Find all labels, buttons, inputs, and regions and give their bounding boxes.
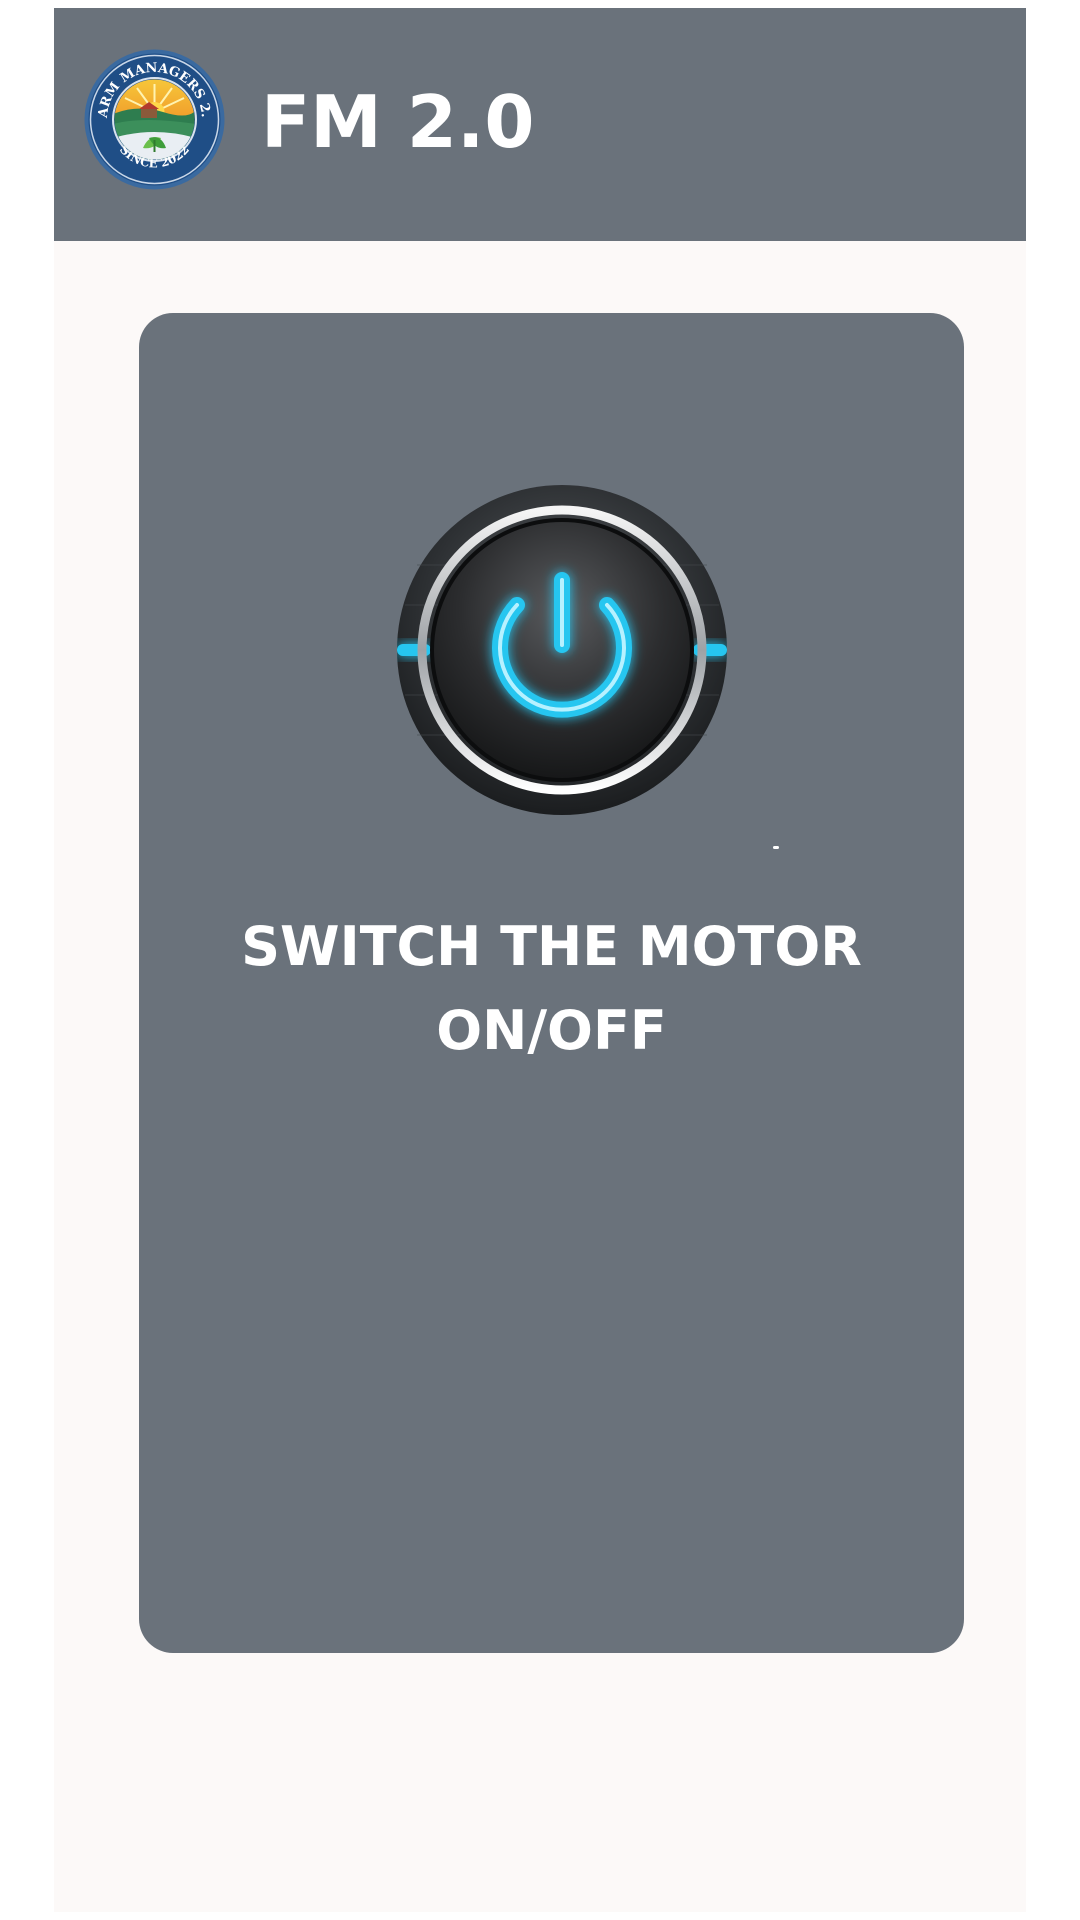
motor-control-card: SWITCH THE MOTOR ON/OFF: [139, 313, 964, 1653]
power-icon: [397, 485, 727, 815]
farm-managers-logo: FARM MANAGERS 2.0 SINCE 2022: [78, 37, 226, 191]
small-marker-dot: [773, 846, 779, 849]
caption-line-2: ON/OFF: [436, 999, 667, 1062]
caption-line-1: SWITCH THE MOTOR: [241, 915, 862, 978]
motor-power-button[interactable]: [397, 485, 727, 815]
app-title: FM 2.0: [261, 80, 535, 164]
app-header: FARM MANAGERS 2.0 SINCE 2022: [54, 8, 1026, 241]
motor-switch-caption: SWITCH THE MOTOR ON/OFF: [139, 905, 964, 1073]
app-screen: FARM MANAGERS 2.0 SINCE 2022: [54, 8, 1026, 1912]
